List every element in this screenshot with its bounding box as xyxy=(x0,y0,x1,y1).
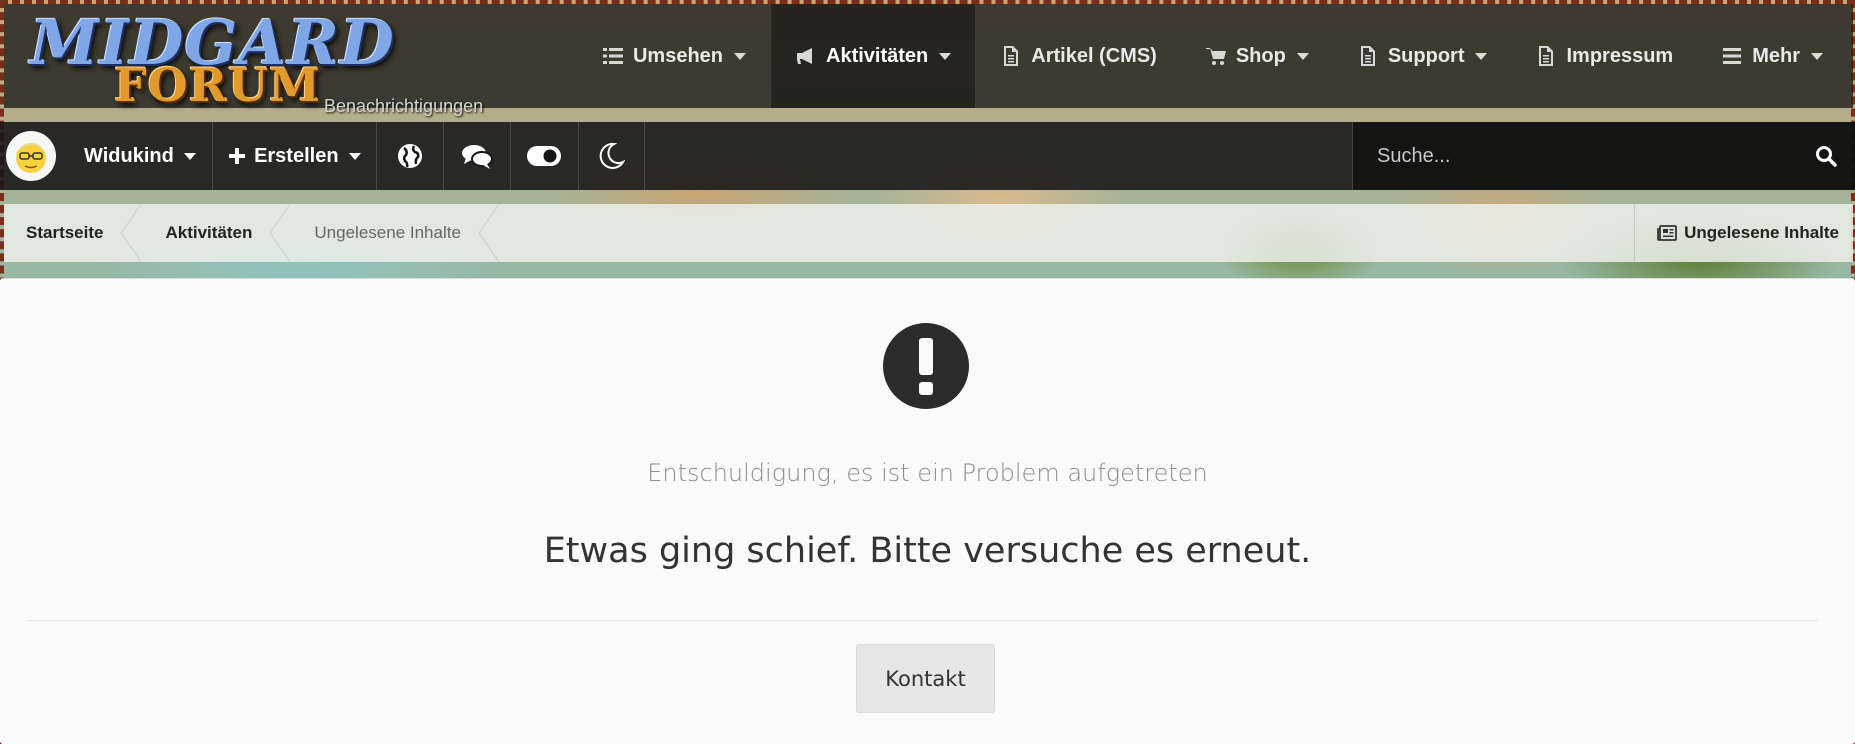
nav-label: Support xyxy=(1387,44,1465,67)
nav-item-umsehen[interactable]: Umsehen xyxy=(578,4,770,108)
create-button[interactable]: Erstellen xyxy=(213,122,377,190)
search-bar xyxy=(1352,122,1855,190)
document-icon xyxy=(1004,46,1019,66)
chevron-down-icon xyxy=(939,52,952,60)
nav-label: Umsehen xyxy=(632,44,723,67)
avatar xyxy=(6,131,56,181)
unread-content-button[interactable]: Ungelesene Inhalte xyxy=(1634,204,1853,262)
chevron-down-icon xyxy=(1811,52,1823,60)
search-input[interactable] xyxy=(1377,144,1797,168)
breadcrumb-item-startseite[interactable]: Startseite xyxy=(4,204,143,262)
breadcrumb-item-aktivitaeten[interactable]: Aktivitäten xyxy=(131,204,291,262)
user-menu[interactable]: Widukind xyxy=(0,122,213,190)
globe-icon xyxy=(397,144,422,168)
nav-item-support[interactable]: Support xyxy=(1333,4,1512,108)
logo-line-2: FORUM xyxy=(114,58,321,112)
chevron-down-icon xyxy=(1296,52,1309,60)
exclamation-icon xyxy=(883,323,969,409)
create-label: Erstellen xyxy=(254,144,339,167)
main-nav: Umsehen Aktivitäten Artikel (CMS) Shop S… xyxy=(578,4,1847,108)
globe-button[interactable] xyxy=(377,122,444,190)
newspaper-icon xyxy=(1657,225,1677,241)
nav-item-mehr[interactable]: Mehr xyxy=(1697,4,1847,108)
site-header: MIDGARD FORUM Benachrichtigungen Umsehen… xyxy=(4,4,1853,116)
nav-label: Mehr xyxy=(1752,44,1800,67)
user-bar: Widukind Erstellen xyxy=(0,122,1855,190)
nav-item-impressum[interactable]: Impressum xyxy=(1511,4,1697,108)
unread-content-label: Ungelesene Inhalte xyxy=(1684,223,1839,242)
nav-item-shop[interactable]: Shop xyxy=(1181,4,1333,108)
dark-mode-toggle[interactable] xyxy=(579,122,645,190)
search-icon[interactable] xyxy=(1815,145,1837,167)
chevron-down-icon xyxy=(183,152,196,160)
divider xyxy=(28,620,1818,621)
error-title: Etwas ging schief. Bitte versuche es ern… xyxy=(543,531,1312,571)
notifications-link[interactable]: Benachrichtigungen xyxy=(324,96,483,117)
nav-label: Aktivitäten xyxy=(826,44,929,67)
breadcrumb-item-current[interactable]: Ungelesene Inhalte xyxy=(280,204,499,262)
contact-button[interactable]: Kontakt xyxy=(856,644,995,713)
chat-icon xyxy=(461,145,493,169)
nav-label: Shop xyxy=(1235,44,1286,67)
moon-icon xyxy=(599,142,626,169)
document-icon xyxy=(1539,46,1554,66)
bullhorn-icon xyxy=(797,48,812,64)
list-icon xyxy=(602,48,623,64)
chevron-down-icon xyxy=(1475,52,1488,60)
toggle-icon xyxy=(527,146,562,166)
nav-label: Impressum xyxy=(1566,44,1674,67)
cart-icon xyxy=(1205,48,1226,65)
chevron-down-icon xyxy=(348,152,361,160)
site-logo[interactable]: MIDGARD FORUM xyxy=(30,6,400,112)
hamburger-icon xyxy=(1723,48,1742,64)
error-panel: Entschuldigung, es ist ein Problem aufge… xyxy=(0,278,1855,744)
style-toggle[interactable] xyxy=(511,122,579,190)
username: Widukind xyxy=(84,144,174,167)
error-subtitle: Entschuldigung, es ist ein Problem aufge… xyxy=(647,459,1208,487)
document-icon xyxy=(1360,46,1375,66)
nav-item-artikel[interactable]: Artikel (CMS) xyxy=(976,4,1181,108)
nav-item-aktivitaeten[interactable]: Aktivitäten xyxy=(770,4,977,108)
nav-label: Artikel (CMS) xyxy=(1031,44,1157,67)
conversations-button[interactable] xyxy=(444,122,511,190)
chevron-down-icon xyxy=(734,52,746,60)
breadcrumb: Startseite Aktivitäten Ungelesene Inhalt… xyxy=(4,204,1853,262)
plus-icon xyxy=(229,148,246,164)
